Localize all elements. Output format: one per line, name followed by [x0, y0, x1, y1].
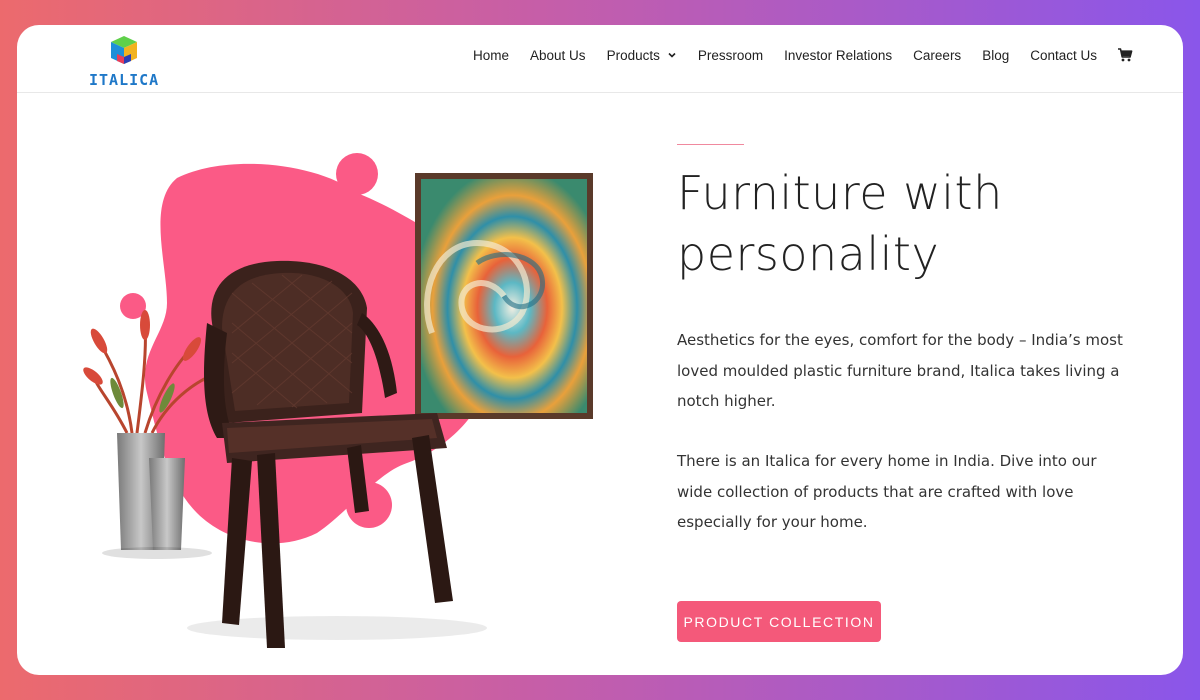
swirl-painting [415, 173, 593, 419]
nav-careers[interactable]: Careers [913, 48, 961, 63]
hero-illustration [83, 153, 593, 648]
site-header: ITALICA Home About Us Products Pressroom… [17, 25, 1183, 93]
nav-pressroom[interactable]: Pressroom [698, 48, 763, 63]
product-collection-button[interactable]: PRODUCT COLLECTION [677, 601, 881, 642]
nav-pressroom-label: Pressroom [697, 47, 764, 63]
logo-wordmark: ITALICA [89, 71, 160, 89]
nav-about-us[interactable]: About Us [530, 48, 586, 63]
page-card: ITALICA Home About Us Products Pressroom… [17, 25, 1183, 675]
hero-title: Furniture with personality [677, 166, 1003, 281]
nav-investor-relations-label: Investor Relations [784, 47, 893, 63]
pink-dot-top [336, 153, 378, 195]
nav-products-label: Products [606, 47, 660, 63]
nav-products[interactable]: Products [607, 48, 677, 63]
nav-contact-us[interactable]: Contact Us [1030, 48, 1097, 63]
nav-blog[interactable]: Blog [982, 48, 1009, 63]
nav-home-label: Home [473, 47, 510, 63]
nav-blog-label: Blog [982, 47, 1010, 63]
nav-careers-label: Careers [913, 47, 962, 63]
hero-paragraph-1: Aesthetics for the eyes, comfort for the… [677, 331, 1123, 410]
title-divider [677, 144, 744, 145]
nav-home[interactable]: Home [473, 48, 509, 63]
nav-about-us-label: About Us [530, 47, 586, 63]
italica-logo[interactable]: ITALICA [89, 30, 160, 89]
nav-contact-us-label: Contact Us [1030, 47, 1097, 63]
nav-investor-relations[interactable]: Investor Relations [784, 48, 892, 63]
main-nav: Home About Us Products Pressroom Investo… [452, 47, 1133, 63]
chevron-down-icon [668, 52, 676, 58]
cube-logo-icon [111, 36, 137, 64]
hero-paragraph-2: There is an Italica for every home in In… [677, 452, 1097, 531]
shopping-cart-icon[interactable] [1117, 47, 1133, 63]
